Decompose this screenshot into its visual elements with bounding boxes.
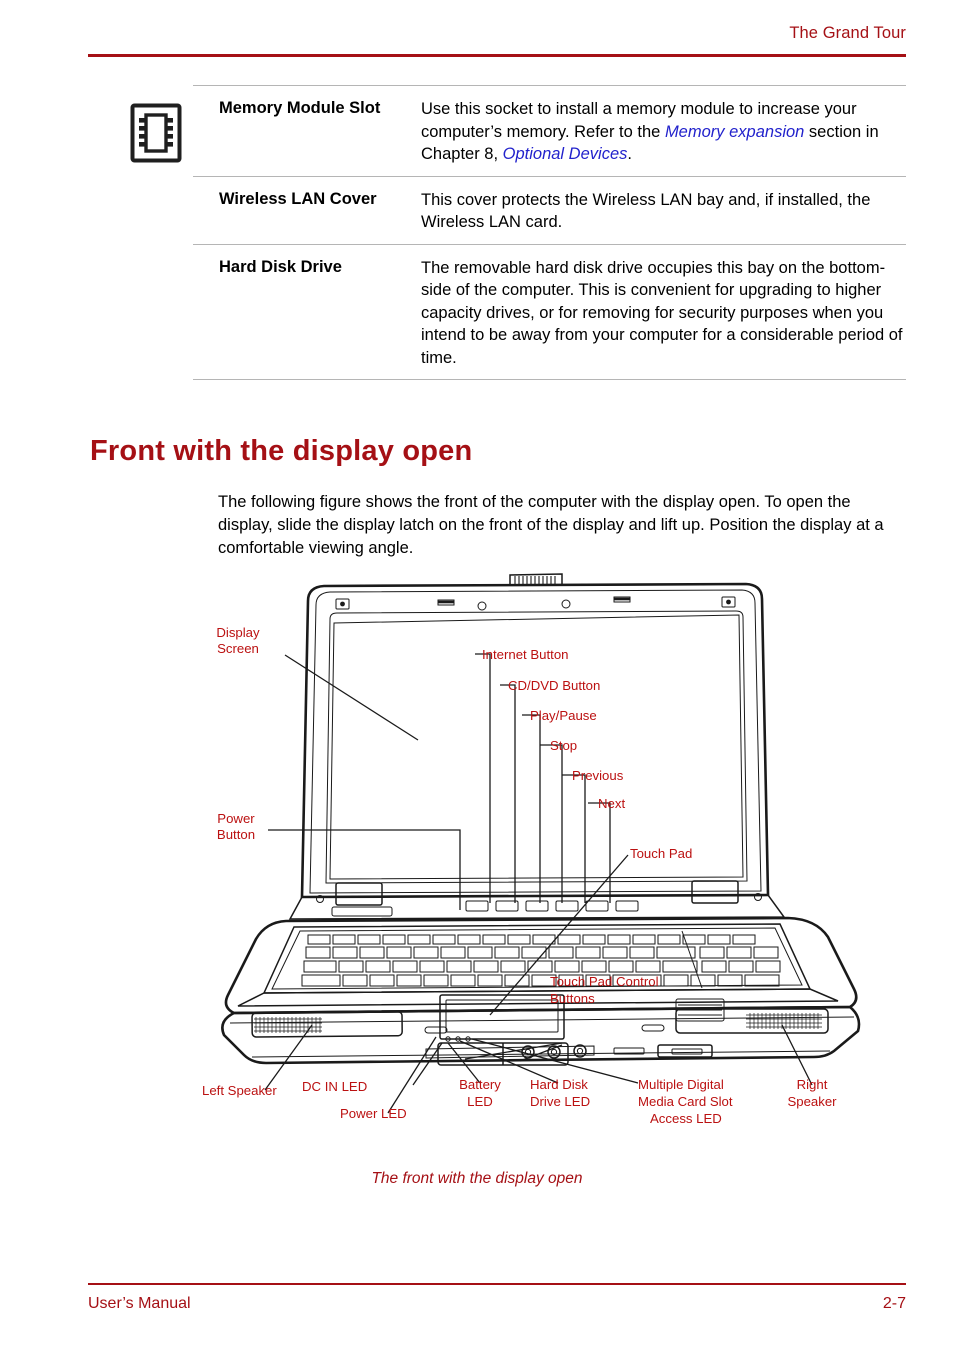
spec-description: Use this socket to install a memory modu… — [421, 98, 906, 166]
spec-desc-link: Memory expansion — [664, 122, 805, 141]
callout-right-speaker: Right — [797, 1077, 828, 1092]
callout-display-screen-line2: Screen — [217, 641, 259, 656]
callout-power-button-line2: Button — [217, 827, 255, 842]
page-footer: User’s Manual 2-7 — [88, 1283, 906, 1323]
header-divider — [88, 54, 906, 57]
footer-divider — [88, 1283, 906, 1285]
callout-touch-pad: Touch Pad — [630, 846, 692, 861]
callout-battery-led-line2: LED — [467, 1094, 493, 1109]
page-number: 2-7 — [882, 1295, 906, 1312]
spec-term: Hard Disk Drive — [219, 257, 342, 276]
intro-paragraph: The following figure shows the front of … — [218, 493, 884, 557]
spec-desc-part: . — [627, 145, 632, 163]
callout-left-speaker: Left Speaker — [202, 1083, 277, 1098]
spec-desc-part: This cover protects the Wireless LAN bay… — [421, 190, 871, 232]
callout-play-pause: Play/Pause — [530, 708, 597, 723]
callout-hard-disk-drive-led: Hard Disk — [530, 1077, 588, 1092]
spec-desc-link: Optional Devices — [502, 145, 628, 163]
spec-description: The removable hard disk drive occupies t… — [421, 257, 906, 370]
callout-right-speaker-line2: Speaker — [787, 1094, 837, 1109]
callout-touch-pad-control-buttons-line2: Buttons — [550, 991, 595, 1006]
callout-hard-disk-drive-led-line2: Drive LED — [530, 1094, 590, 1109]
callout-power-led: Power LED — [340, 1106, 407, 1121]
callout-dc-in-led: DC IN LED — [302, 1079, 367, 1094]
callout-touch-pad-control-buttons: Touch Pad Control — [550, 974, 659, 989]
page-header: The Grand Tour — [88, 24, 906, 58]
callout-display-screen: Display — [216, 625, 260, 640]
callout-battery-led: Battery — [459, 1077, 501, 1092]
callout-stop: Stop — [550, 738, 577, 753]
callout-media-card-led-line2: Media Card Slot — [638, 1094, 733, 1109]
footer-manual-label: User’s Manual — [88, 1295, 191, 1312]
table-row: Hard Disk Drive The removable hard disk … — [193, 243, 906, 380]
spec-term: Wireless LAN Cover — [219, 189, 377, 208]
callout-internet-button: Internet Button — [482, 647, 569, 662]
callout-media-card-led-line3: Access LED — [650, 1111, 722, 1126]
header-title: The Grand Tour — [789, 24, 906, 42]
callout-media-card-led: Multiple Digital — [638, 1077, 724, 1092]
table-row: Wireless LAN Cover This cover protects t… — [193, 175, 906, 244]
callout-next: Next — [598, 796, 625, 811]
laptop-figure: Display Screen Power Button Internet But… — [190, 565, 890, 1145]
figure-caption: The front with the display open — [371, 1170, 583, 1187]
specs-table: Memory Module Slot Use this socket to in… — [193, 85, 906, 380]
spec-description: This cover protects the Wireless LAN bay… — [421, 189, 906, 234]
page-title: Front with the display open — [90, 435, 473, 467]
callout-power-button: Power — [217, 811, 255, 826]
document-page: The Grand Tour Memory Module Slot Use th… — [0, 0, 954, 1352]
table-row: Memory Module Slot Use this socket to in… — [193, 85, 906, 176]
spec-desc-part: The removable hard disk drive occupies t… — [421, 258, 903, 367]
memory-chip-icon — [130, 103, 182, 163]
callout-previous: Previous — [572, 768, 624, 783]
callout-cd-dvd-button: CD/DVD Button — [508, 678, 600, 693]
spec-term: Memory Module Slot — [219, 99, 381, 117]
